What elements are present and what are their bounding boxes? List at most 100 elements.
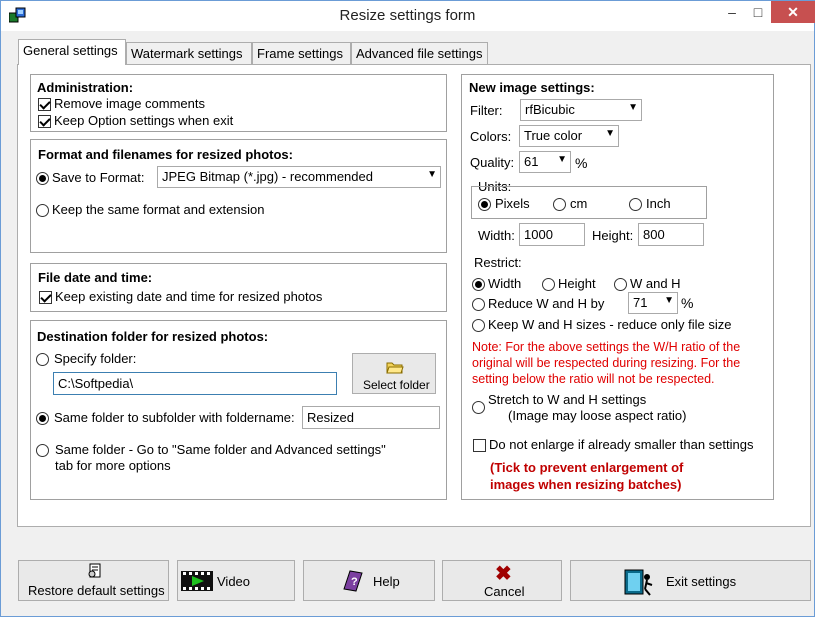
administration-group: Administration: Remove image comments Ke… — [30, 74, 447, 132]
keep-option-checkbox[interactable] — [38, 115, 51, 128]
keep-wh-radio[interactable] — [472, 319, 485, 332]
save-to-format-radio[interactable] — [36, 172, 49, 185]
format-select[interactable]: JPEG Bitmap (*.jpg) - recommended ▼ — [157, 166, 441, 188]
restrict-width-radio[interactable] — [472, 278, 485, 291]
tab-general-settings[interactable]: General settings — [18, 39, 126, 65]
units-inch-radio[interactable] — [629, 198, 642, 211]
same-folder-goto-radio[interactable] — [36, 444, 49, 457]
reduce-percent-select[interactable]: 71 ▼ — [628, 292, 678, 314]
same-folder-goto-label[interactable]: Same folder - Go to "Same folder and Adv… — [55, 442, 386, 457]
width-label: Width: — [478, 228, 515, 243]
cancel-label: Cancel — [484, 584, 525, 599]
tick-note-line-1: (Tick to prevent enlargement of — [490, 460, 684, 475]
colors-select-value: True color — [524, 128, 583, 143]
close-button[interactable]: ✕ — [771, 1, 815, 23]
exit-settings-button[interactable]: Exit settings — [570, 560, 811, 601]
filter-label: Filter: — [470, 103, 503, 118]
video-button[interactable]: Video — [177, 560, 295, 601]
reduce-wh-label[interactable]: Reduce W and H by — [488, 296, 604, 311]
restrict-width-label[interactable]: Width — [488, 276, 521, 291]
minimize-button[interactable]: – — [719, 1, 745, 23]
keep-same-format-radio[interactable] — [36, 204, 49, 217]
width-input[interactable]: 1000 — [519, 223, 585, 246]
same-subfolder-radio[interactable] — [36, 412, 49, 425]
units-pixels-label[interactable]: Pixels — [495, 196, 530, 211]
tab-watermark-settings[interactable]: Watermark settings — [126, 42, 252, 64]
resize-settings-window: Resize settings form – □ ✕ General setti… — [0, 0, 815, 617]
tick-note-line-2: images when resizing batches) — [490, 477, 682, 492]
quality-select-value: 61 — [524, 154, 539, 169]
height-label: Height: — [592, 228, 634, 243]
administration-heading: Administration: — [37, 80, 134, 95]
tab-label: Watermark settings — [131, 46, 243, 61]
restrict-label: Restrict: — [474, 255, 522, 270]
specify-folder-label[interactable]: Specify folder: — [54, 351, 136, 366]
units-pixels-radio[interactable] — [478, 198, 491, 211]
new-image-settings-group: New image settings: Filter: rfBicubic ▼ … — [461, 74, 774, 500]
cancel-button[interactable]: ✖ Cancel — [442, 560, 562, 601]
keep-date-checkbox[interactable] — [39, 291, 52, 304]
note-line-3: setting below the ratio will not be resp… — [472, 372, 715, 386]
no-enlarge-checkbox[interactable] — [473, 439, 486, 452]
restrict-wh-label[interactable]: W and H — [630, 276, 681, 291]
exit-settings-label: Exit settings — [666, 574, 737, 589]
remove-comments-checkbox[interactable] — [38, 98, 51, 111]
tab-frame-settings[interactable]: Frame settings — [252, 42, 351, 64]
select-folder-label: Select folder — [363, 378, 430, 392]
svg-text:?: ? — [351, 576, 358, 588]
chevron-down-icon: ▼ — [628, 102, 638, 113]
filter-select[interactable]: rfBicubic ▼ — [520, 99, 642, 121]
remove-comments-label[interactable]: Remove image comments — [54, 96, 205, 111]
window-title: Resize settings form — [339, 7, 476, 24]
quality-unit: % — [575, 155, 588, 171]
quality-select[interactable]: 61 ▼ — [519, 151, 571, 173]
title-bar: Resize settings form – □ ✕ — [1, 1, 815, 31]
format-heading: Format and filenames for resized photos: — [38, 147, 293, 162]
height-input[interactable]: 800 — [638, 223, 704, 246]
maximize-button[interactable]: □ — [745, 1, 771, 23]
destination-group: Destination folder for resized photos: S… — [30, 320, 447, 500]
units-cm-label[interactable]: cm — [570, 196, 587, 211]
tab-label: Advanced file settings — [356, 46, 483, 61]
settings-document-icon — [88, 563, 101, 578]
select-folder-button[interactable]: Select folder — [352, 353, 436, 394]
specify-folder-radio[interactable] — [36, 353, 49, 366]
reduce-wh-radio[interactable] — [472, 298, 485, 311]
folder-path-input[interactable]: C:\Softpedia\ — [53, 372, 337, 395]
restrict-height-radio[interactable] — [542, 278, 555, 291]
stretch-sub-label: (Image may loose aspect ratio) — [508, 408, 687, 423]
restore-default-label: Restore default settings — [28, 583, 165, 598]
tab-label: General settings — [23, 43, 118, 58]
chevron-down-icon: ▼ — [664, 295, 674, 306]
format-select-value: JPEG Bitmap (*.jpg) - recommended — [162, 169, 373, 184]
video-icon — [181, 571, 213, 591]
units-frame: Pixels cm Inch — [471, 186, 707, 219]
filter-select-value: rfBicubic — [525, 102, 575, 117]
reduce-unit: % — [681, 295, 694, 311]
keep-wh-label[interactable]: Keep W and H sizes - reduce only file si… — [488, 317, 732, 332]
format-group: Format and filenames for resized photos:… — [30, 139, 447, 253]
colors-select[interactable]: True color ▼ — [519, 125, 619, 147]
restore-default-button[interactable]: Restore default settings — [18, 560, 169, 601]
keep-same-format-label[interactable]: Keep the same format and extension — [52, 202, 264, 217]
tab-label: Frame settings — [257, 46, 343, 61]
keep-option-label[interactable]: Keep Option settings when exit — [54, 113, 233, 128]
destination-heading: Destination folder for resized photos: — [37, 329, 269, 344]
chevron-down-icon: ▼ — [557, 154, 567, 165]
subfolder-name-input[interactable]: Resized — [302, 406, 440, 429]
stretch-label[interactable]: Stretch to W and H settings — [488, 392, 646, 407]
keep-date-label[interactable]: Keep existing date and time for resized … — [55, 289, 322, 304]
folder-icon — [386, 362, 404, 374]
save-to-format-label[interactable]: Save to Format: — [52, 170, 144, 185]
help-button[interactable]: ? Help — [303, 560, 435, 601]
units-cm-radio[interactable] — [553, 198, 566, 211]
exit-icon — [624, 569, 653, 596]
restrict-height-label[interactable]: Height — [558, 276, 596, 291]
stretch-radio[interactable] — [472, 401, 485, 414]
no-enlarge-label[interactable]: Do not enlarge if already smaller than s… — [489, 437, 753, 452]
same-subfolder-label[interactable]: Same folder to subfolder with foldername… — [54, 410, 295, 425]
tab-advanced-file-settings[interactable]: Advanced file settings — [351, 42, 488, 64]
units-inch-label[interactable]: Inch — [646, 196, 671, 211]
restrict-wh-radio[interactable] — [614, 278, 627, 291]
reduce-percent-value: 71 — [633, 295, 648, 310]
